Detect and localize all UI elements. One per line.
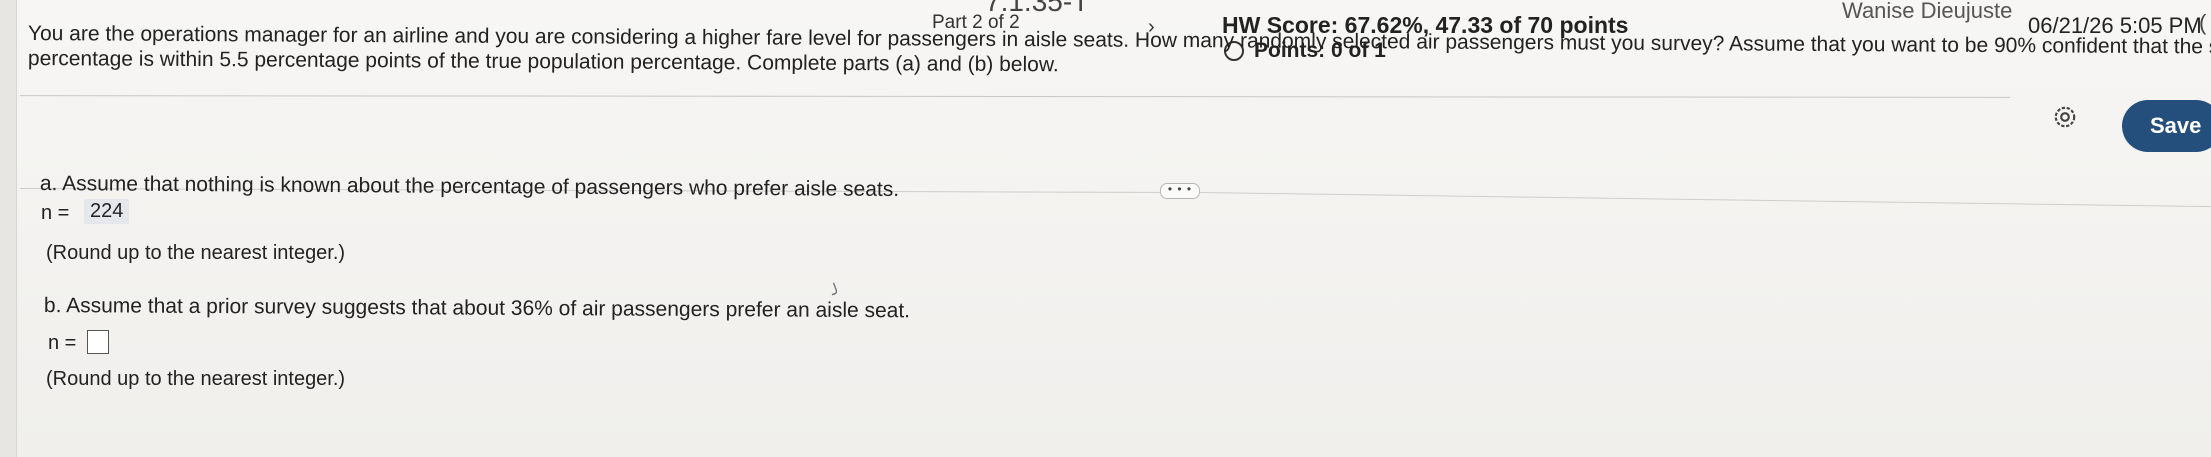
part-b-round-note: (Round up to the nearest integer.)	[46, 368, 346, 390]
truncated-header-item: (	[2199, 10, 2207, 35]
user-name: Wanise Dieujuste	[1842, 0, 2013, 23]
part-a-round-note: (Round up to the nearest integer.)	[46, 242, 346, 264]
part-b-prompt: b. Assume that a prior survey suggests t…	[43, 294, 911, 323]
part-a-n-label: n =	[41, 202, 70, 224]
part-a-prompt: a. Assume that nothing is known about th…	[39, 172, 900, 201]
question-text-line-2: percentage is within 5.5 percentage poin…	[27, 47, 1059, 77]
settings-gear-icon[interactable]	[2050, 102, 2080, 132]
part-b-n-label: n =	[48, 332, 77, 354]
part-b-answer-input[interactable]	[87, 330, 109, 354]
left-panel-edge	[0, 0, 17, 457]
question-divider-right	[1197, 192, 2211, 208]
homework-page: 7.1.35-T Part 2 of 2 › HW Score: 67.62%,…	[0, 0, 2211, 457]
part-a-answer[interactable]: 224	[84, 199, 130, 224]
expand-more-button[interactable]: • • •	[1160, 183, 1200, 199]
header-divider	[19, 95, 2010, 98]
save-button[interactable]: Save	[2122, 100, 2211, 152]
